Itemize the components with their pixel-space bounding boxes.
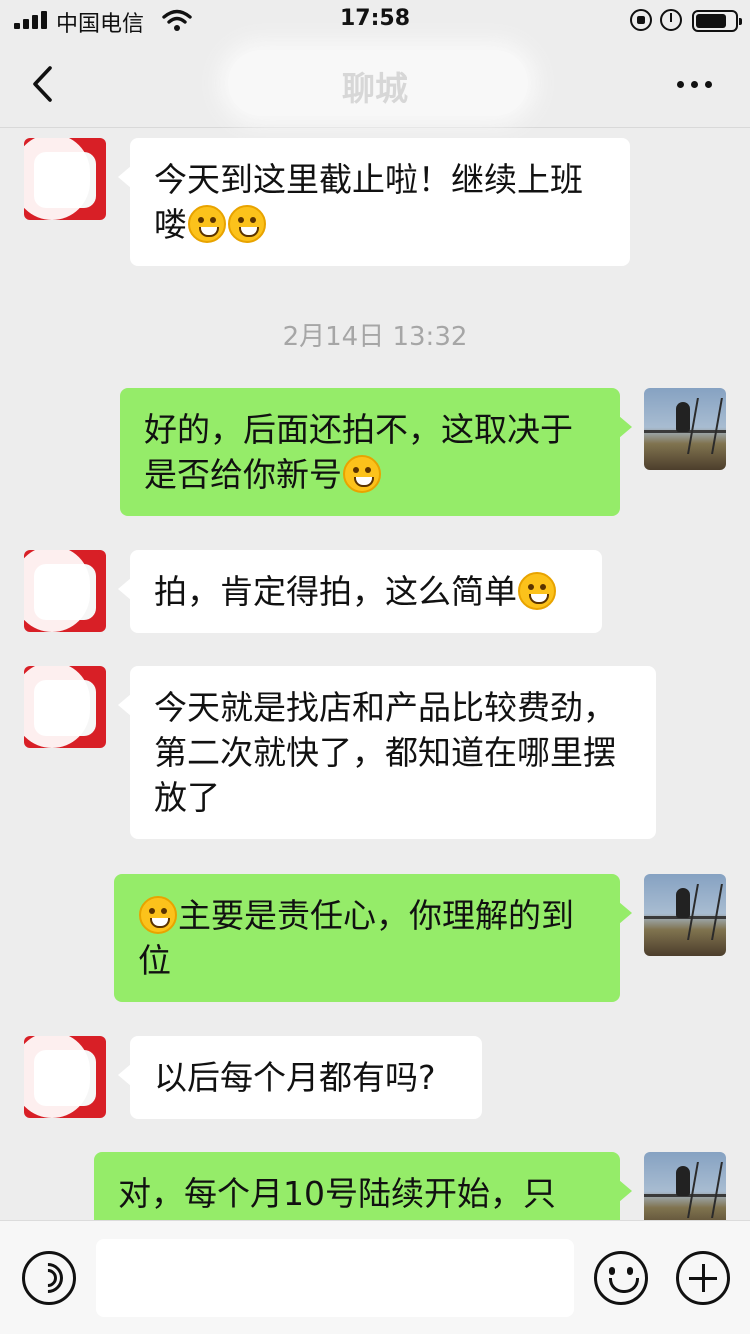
salute-face-emoji bbox=[188, 205, 226, 243]
message-bubble-outgoing[interactable]: 对，每个月10号陆续开始，只 bbox=[94, 1152, 632, 1220]
message-bubble-incoming[interactable]: 以后每个月都有吗? bbox=[118, 1036, 482, 1119]
message-bubble-incoming[interactable]: 今天就是找店和产品比较费劲，第二次就快了，都知道在哪里摆放了 bbox=[118, 666, 656, 839]
chevron-left-icon[interactable] bbox=[24, 62, 64, 106]
redaction-blur bbox=[228, 50, 528, 116]
contact-avatar[interactable] bbox=[24, 550, 106, 632]
message-text: 主要是责任心，你理解的到位 bbox=[138, 896, 574, 980]
my-avatar[interactable] bbox=[644, 1152, 726, 1220]
voice-icon[interactable] bbox=[22, 1251, 76, 1305]
message-bubble-incoming[interactable]: 今天到这里截止啦！继续上班喽 bbox=[118, 138, 630, 266]
chat-area[interactable]: 今天到这里截止啦！继续上班喽 2月14日 13:32 好的，后面还拍不，这取决于… bbox=[0, 128, 750, 1220]
contact-avatar[interactable] bbox=[24, 666, 106, 748]
message-bubble-outgoing[interactable]: 主要是责任心，你理解的到位 bbox=[114, 874, 632, 1002]
contact-avatar[interactable] bbox=[24, 1036, 106, 1118]
my-avatar[interactable] bbox=[644, 388, 726, 470]
grinning-face-emoji bbox=[139, 896, 177, 934]
message-bubble-outgoing[interactable]: 好的，后面还拍不，这取决于是否给你新号 bbox=[120, 388, 632, 516]
message-text: 今天就是找店和产品比较费劲，第二次就快了，都知道在哪里摆放了 bbox=[154, 688, 616, 817]
grinning-face-emoji bbox=[518, 572, 556, 610]
message-bubble-incoming[interactable]: 拍，肯定得拍，这么简单 bbox=[118, 550, 602, 633]
alarm-icon bbox=[660, 9, 682, 31]
battery-level bbox=[696, 14, 727, 28]
nav-bar: 聊城 bbox=[0, 40, 750, 128]
timestamp: 2月14日 13:32 bbox=[282, 322, 468, 352]
my-avatar[interactable] bbox=[644, 874, 726, 956]
message-text: 对，每个月10号陆续开始，只 bbox=[118, 1174, 556, 1213]
plus-icon[interactable] bbox=[676, 1251, 730, 1305]
message-text: 以后每个月都有吗? bbox=[154, 1058, 436, 1097]
status-bar: 中国电信 17:58 bbox=[0, 0, 750, 40]
battery-icon bbox=[692, 10, 742, 32]
salute-face-emoji bbox=[228, 205, 266, 243]
emoji-face-icon[interactable] bbox=[594, 1251, 648, 1305]
message-text: 拍，肯定得拍，这么简单 bbox=[154, 572, 517, 611]
rotation-lock-icon bbox=[630, 9, 652, 31]
input-bar bbox=[0, 1220, 750, 1334]
contact-avatar[interactable] bbox=[24, 138, 106, 220]
more-dots-icon[interactable] bbox=[674, 74, 716, 94]
tears-of-joy-emoji bbox=[343, 455, 381, 493]
message-input[interactable] bbox=[96, 1239, 574, 1317]
